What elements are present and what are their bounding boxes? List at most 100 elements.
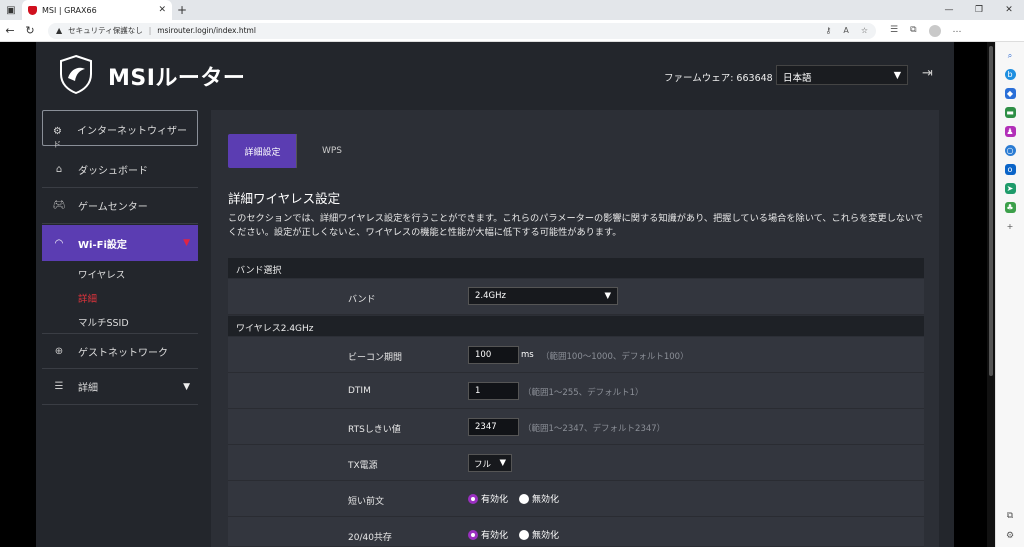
more-menu-icon[interactable]: … [953, 25, 962, 37]
subnav-wireless[interactable]: ワイヤレス [78, 267, 125, 281]
shopping-tag-icon[interactable]: ◆ [1004, 88, 1016, 99]
security-label: セキュリティ保護なし [68, 26, 143, 35]
sidebar-item-detail[interactable]: ☰ 詳細 ▼ [42, 369, 198, 405]
beacon-label: ビーコン期間 [348, 353, 403, 363]
office-icon[interactable]: ○ [1004, 145, 1016, 156]
sidebar-item-label: ゲームセンター [78, 202, 148, 213]
tab-actions-icon[interactable]: ▣ [0, 5, 22, 16]
address-toolbar: ← ↻ ▲ セキュリティ保護なし | msirouter.login/index… [0, 20, 1024, 42]
msi-favicon-icon [28, 5, 37, 15]
settings-gear-icon[interactable]: ⚙ [1006, 531, 1014, 541]
chevron-down-icon: ▼ [183, 238, 190, 248]
sidebar-item-wifi[interactable]: ◠ Wi-Fi設定 ▼ [42, 225, 198, 261]
split-screen-icon[interactable]: ⧉ [1007, 511, 1013, 521]
favorites-icon[interactable]: ☰ [890, 25, 898, 37]
bing-icon[interactable]: b [1004, 69, 1016, 80]
tab-wps[interactable]: WPS [310, 134, 354, 168]
beacon-input[interactable]: 100 [468, 346, 519, 364]
chevron-down-icon: ▼ [893, 70, 901, 81]
favorite-star-icon[interactable]: ☆ [861, 26, 868, 35]
window-controls: — ❐ ✕ [934, 5, 1024, 15]
sidebar-item-dashboard[interactable]: ⌂ ダッシュボード [42, 152, 198, 188]
send-icon[interactable]: ➤ [1004, 183, 1016, 194]
language-select[interactable]: 日本語 ▼ [776, 65, 908, 85]
coexist-enable-radio[interactable]: 有効化 [468, 528, 508, 541]
scrollbar-thumb[interactable] [989, 46, 993, 376]
tab-title: MSI | GRAX66 [42, 5, 97, 15]
url-field[interactable]: ▲ セキュリティ保護なし | msirouter.login/index.htm… [48, 22, 876, 39]
sidebar-item-game-center[interactable]: 🎮︎ ゲームセンター [42, 188, 198, 224]
sidebar-item-label: 詳細 [78, 383, 98, 394]
preamble-row [228, 481, 924, 517]
profile-avatar[interactable] [928, 24, 941, 37]
url-text: msirouter.login/index.html [157, 26, 256, 35]
minimize-icon[interactable]: — [934, 5, 964, 15]
section-band-selection: バンド選択 [228, 258, 924, 278]
back-icon[interactable]: ← [0, 24, 20, 37]
chevron-down-icon: ▼ [183, 381, 190, 392]
url-separator: | [148, 26, 152, 35]
close-tab-icon[interactable]: ✕ [158, 5, 166, 15]
outlook-icon[interactable]: o [1004, 164, 1016, 175]
collections-icon[interactable]: ⧉ [910, 25, 916, 37]
radio-label: 無効化 [532, 495, 560, 505]
sidebar-item-label: Wi-Fi設定 [78, 239, 127, 251]
radio-unselected-icon [519, 529, 529, 540]
preamble-label: 短い前文 [348, 497, 385, 507]
preamble-enable-radio[interactable]: 有効化 [468, 492, 508, 505]
toolbox-icon[interactable]: ▬ [1004, 107, 1016, 118]
radio-selected-icon [468, 493, 478, 504]
dtim-input[interactable]: 1 [468, 382, 519, 400]
globe-icon: ⊕ [54, 345, 64, 357]
coexist-disable-radio[interactable]: 無効化 [519, 528, 559, 541]
restore-icon[interactable]: ❐ [964, 5, 994, 15]
tab-advanced-settings[interactable]: 詳細設定 [228, 134, 297, 168]
radio-unselected-icon [519, 493, 529, 504]
tree-icon[interactable]: ♣ [1004, 202, 1016, 213]
tx-power-row [228, 445, 924, 481]
language-value: 日本語 [783, 73, 812, 84]
key-icon[interactable]: ⚷ [825, 26, 831, 35]
chevron-down-icon: ▼ [499, 458, 506, 468]
close-window-icon[interactable]: ✕ [994, 5, 1024, 15]
preamble-disable-radio[interactable]: 無効化 [519, 492, 559, 505]
rts-hint: （範囲1～2347、デフォルト2347） [523, 424, 666, 434]
firmware-version: ファームウェア: 663648 [664, 73, 773, 84]
rts-label: RTSしきい値 [348, 425, 401, 435]
subnav-detail[interactable]: 詳細 [78, 291, 97, 305]
games-icon[interactable]: ♟ [1004, 126, 1016, 137]
search-icon[interactable]: ⌕ [1005, 50, 1016, 61]
band-label: バンド [348, 295, 376, 305]
warning-icon: ▲ [56, 26, 63, 35]
tx-power-label: TX電源 [348, 461, 378, 471]
read-aloud-icon[interactable]: A [843, 26, 848, 35]
beacon-unit: ms [521, 350, 534, 360]
tx-power-select[interactable]: フル ▼ [468, 454, 512, 472]
band-select[interactable]: 2.4GHz ▼ [468, 287, 618, 305]
beacon-hint: （範囲100～1000、デフォルト100） [541, 352, 689, 362]
wizard-label: インターネットウィザー [77, 126, 187, 137]
msi-shield-logo-icon [60, 54, 92, 94]
radio-label: 有効化 [481, 495, 509, 505]
radio-label: 無効化 [532, 531, 560, 541]
rts-input[interactable]: 2347 [468, 418, 519, 436]
browser-tab-bar: ▣ MSI | GRAX66 ✕ + — ❐ ✕ [0, 0, 1024, 20]
page-description: このセクションでは、詳細ワイヤレス設定を行うことができます。これらのパラメーター… [228, 213, 924, 238]
add-icon[interactable]: + [1005, 221, 1016, 232]
brand-title: MSIルーター [108, 66, 246, 91]
tab-divider [296, 134, 297, 168]
browser-tab[interactable]: MSI | GRAX66 ✕ [22, 0, 172, 20]
internet-wizard-button[interactable]: ⚙ インターネットウィザー ド [42, 110, 198, 149]
coexist-row [228, 517, 924, 547]
refresh-icon[interactable]: ↻ [20, 24, 40, 37]
radio-selected-icon [468, 529, 478, 540]
logout-icon[interactable]: ⇥ [922, 66, 933, 81]
page-title: 詳細ワイヤレス設定 [228, 191, 341, 206]
sidebar-item-guest-network[interactable]: ⊕ ゲストネットワーク [42, 333, 198, 369]
wizard-label-overflow: ド [53, 140, 61, 149]
subnav-multi-ssid[interactable]: マルチSSID [78, 315, 129, 329]
band-value: 2.4GHz [475, 291, 506, 301]
new-tab-icon[interactable]: + [172, 3, 192, 17]
browser-side-panel: ⌕ b ◆ ▬ ♟ ○ o ➤ ♣ + ⧉ ⚙ [995, 42, 1024, 547]
gear-icon: ⚙ [53, 126, 62, 137]
